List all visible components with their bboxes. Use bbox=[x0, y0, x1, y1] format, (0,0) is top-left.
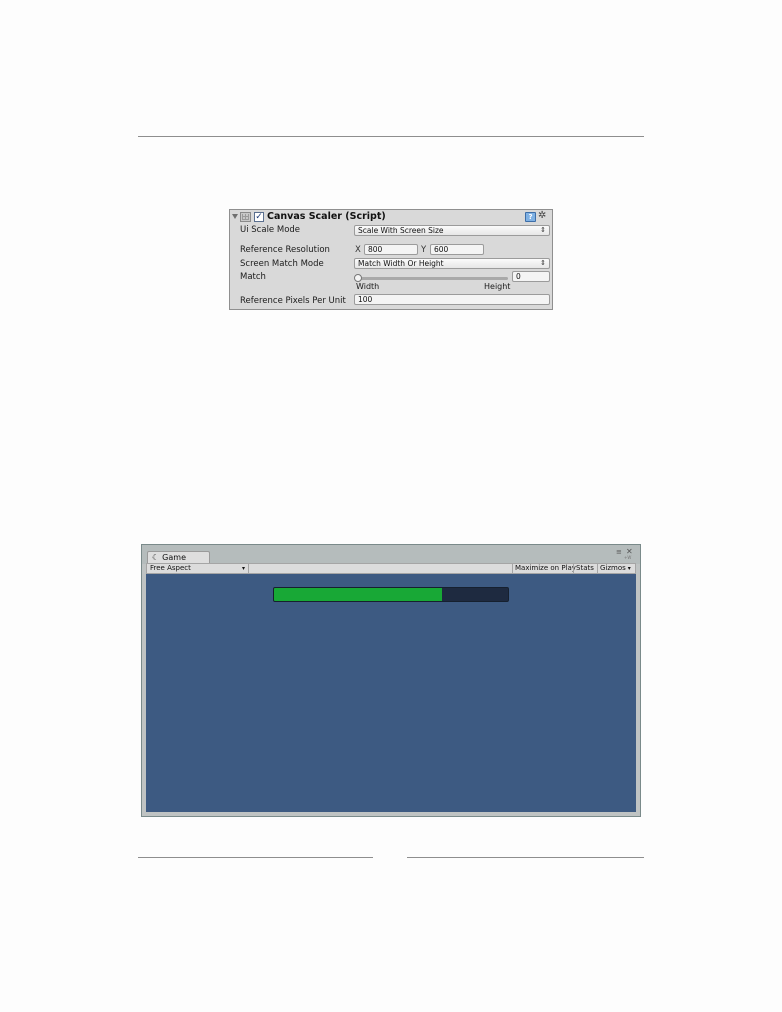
gizmos-dropdown[interactable]: Gizmos ▾ bbox=[597, 564, 635, 573]
script-icon bbox=[240, 212, 251, 222]
game-viewport[interactable] bbox=[146, 574, 636, 812]
component-header[interactable]: ✓ Canvas Scaler (Script) ? ✲ bbox=[230, 210, 552, 224]
window-extra-mark: +W bbox=[624, 555, 632, 560]
aspect-value: Free Aspect bbox=[150, 564, 191, 572]
help-icon[interactable]: ? bbox=[525, 212, 536, 222]
match-value-field[interactable]: 0 bbox=[512, 271, 550, 282]
health-bar bbox=[273, 587, 509, 602]
page: ✓ Canvas Scaler (Script) ? ✲ Ui Scale Mo… bbox=[0, 0, 782, 1012]
aspect-dropdown[interactable]: Free Aspect ▾ bbox=[147, 564, 249, 573]
game-tab-bar: ☾ Game ≡ ✕ +W bbox=[142, 545, 640, 564]
maximize-on-play-button[interactable]: Maximize on Play bbox=[512, 564, 576, 573]
ui-scale-mode-dropdown[interactable]: Scale With Screen Size ⇕ bbox=[354, 225, 550, 236]
reference-pixels-per-unit-label: Reference Pixels Per Unit bbox=[240, 296, 346, 306]
fold-arrow-icon[interactable] bbox=[232, 214, 238, 219]
game-view-window: ☾ Game ≡ ✕ +W Free Aspect ▾ Maximize on P… bbox=[141, 544, 641, 817]
enabled-checkbox[interactable]: ✓ bbox=[254, 212, 264, 222]
window-menu-icon[interactable]: ≡ bbox=[616, 548, 622, 556]
match-slider-thumb[interactable] bbox=[354, 274, 362, 282]
gizmos-label: Gizmos bbox=[600, 564, 626, 572]
dropdown-arrow-icon: ⇕ bbox=[540, 259, 546, 267]
reference-resolution-label: Reference Resolution bbox=[240, 245, 330, 255]
top-rule bbox=[138, 136, 644, 137]
health-bar-fill bbox=[274, 588, 443, 601]
screen-match-mode-dropdown[interactable]: Match Width Or Height ⇕ bbox=[354, 258, 550, 269]
resolution-x-field[interactable]: 800 bbox=[364, 244, 418, 255]
reference-pixels-per-unit-field[interactable]: 100 bbox=[354, 294, 550, 305]
match-width-label: Width bbox=[356, 282, 380, 291]
ui-scale-mode-value: Scale With Screen Size bbox=[358, 226, 444, 235]
game-toolbar: Free Aspect ▾ Maximize on Play Stats Giz… bbox=[146, 563, 636, 574]
chevron-down-icon: ▾ bbox=[627, 565, 631, 572]
chevron-down-icon: ▾ bbox=[241, 565, 245, 572]
ui-scale-mode-label: Ui Scale Mode bbox=[240, 225, 301, 235]
x-label: X bbox=[355, 245, 361, 255]
canvas-scaler-inspector: ✓ Canvas Scaler (Script) ? ✲ Ui Scale Mo… bbox=[229, 209, 553, 310]
component-title: Canvas Scaler (Script) bbox=[267, 211, 386, 222]
bottom-left-rule bbox=[138, 857, 373, 858]
dropdown-arrow-icon: ⇕ bbox=[540, 226, 546, 234]
screen-match-mode-label: Screen Match Mode bbox=[240, 259, 324, 269]
game-tab-icon: ☾ bbox=[152, 553, 160, 562]
match-label: Match bbox=[240, 272, 266, 282]
y-label: Y bbox=[421, 245, 427, 255]
game-tab-label: Game bbox=[162, 553, 186, 562]
resolution-y-field[interactable]: 600 bbox=[430, 244, 484, 255]
screen-match-mode-value: Match Width Or Height bbox=[358, 259, 444, 268]
match-slider-track[interactable] bbox=[356, 277, 508, 280]
stats-button[interactable]: Stats bbox=[573, 564, 597, 573]
gear-icon[interactable]: ✲ bbox=[538, 210, 546, 221]
bottom-right-rule bbox=[407, 857, 644, 858]
match-height-label: Height bbox=[484, 282, 511, 291]
